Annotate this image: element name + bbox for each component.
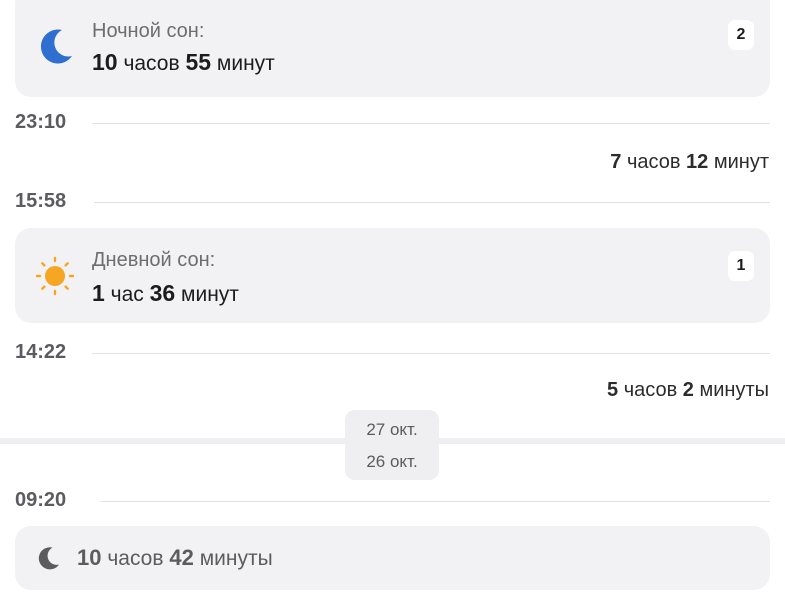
time-divider (92, 123, 770, 124)
previous-night-sleep-card[interactable]: 10 часов 42 минуты (15, 526, 770, 590)
time-marker: 14:22 (15, 341, 770, 365)
time-marker: 09:20 (15, 489, 770, 513)
awake-gap-duration: 5 часов 2 минуты (607, 379, 769, 401)
time-marker: 15:58 (15, 190, 770, 214)
time-label: 15:58 (15, 190, 67, 212)
date-label-upper: 27 окт. (366, 420, 418, 439)
count-badge: 1 (728, 251, 754, 281)
time-label: 09:20 (15, 489, 67, 511)
awake-gap-duration: 7 часов 12 минут (610, 151, 769, 173)
date-label-lower: 26 окт. (366, 452, 418, 471)
sun-icon (35, 256, 75, 301)
time-marker: 23:10 (15, 111, 770, 135)
time-divider (92, 353, 770, 354)
moon-icon (35, 545, 61, 576)
time-divider (101, 501, 770, 502)
day-sleep-card[interactable]: Дневной сон: 1 час 36 минут 1 (15, 228, 770, 323)
date-separator: 27 окт. 26 окт. (345, 410, 439, 480)
time-label: 23:10 (15, 111, 67, 133)
night-sleep-card[interactable]: Ночной сон: 10 часов 55 минут 2 (15, 0, 770, 97)
sleep-type-label: Ночной сон: (92, 20, 205, 42)
time-divider (94, 202, 770, 203)
sleep-duration: 10 часов 55 минут (92, 49, 275, 75)
sleep-type-label: Дневной сон: (92, 249, 216, 271)
sleep-duration: 1 час 36 минут (92, 280, 239, 306)
moon-icon (35, 26, 75, 71)
sleep-duration: 10 часов 42 минуты (77, 545, 273, 570)
count-badge: 2 (728, 20, 754, 50)
time-label: 14:22 (15, 341, 67, 363)
